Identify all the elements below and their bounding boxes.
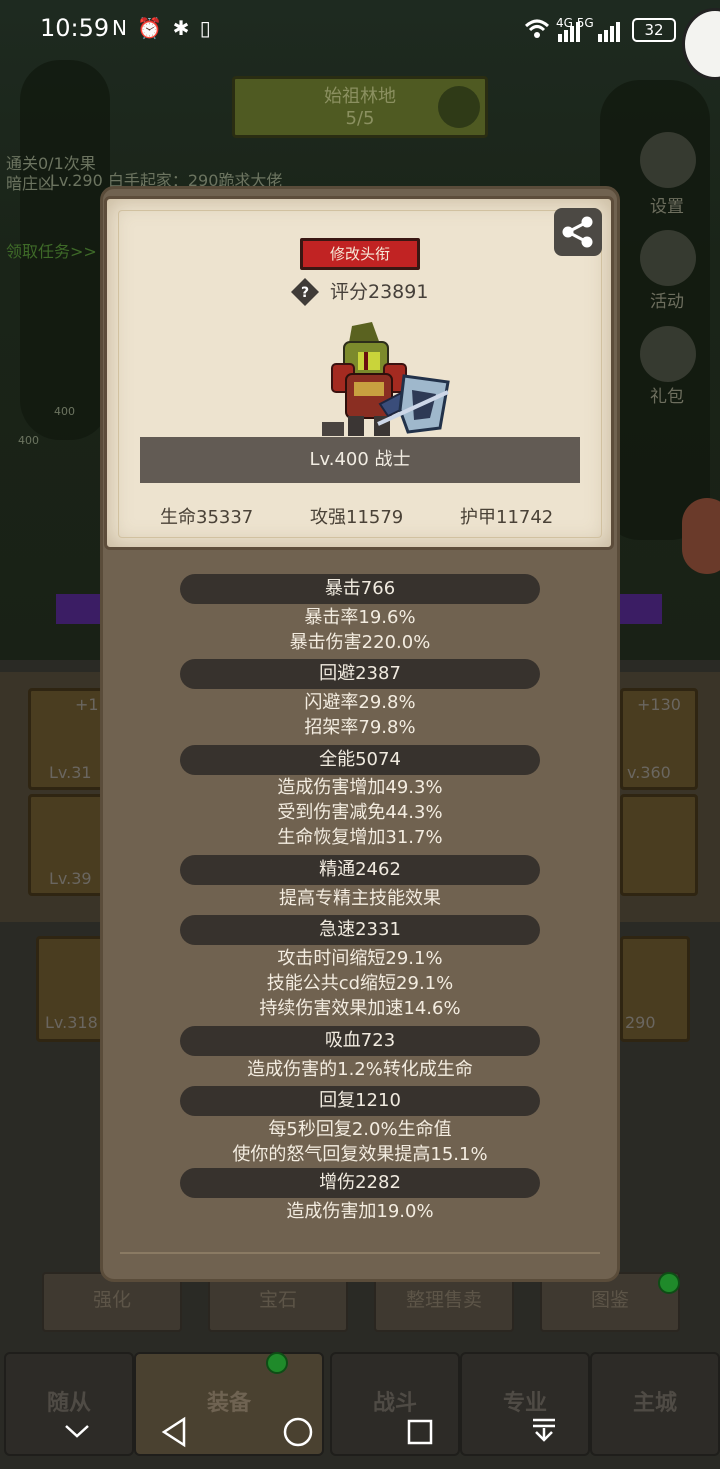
stat-detail-line: 造成伤害的1.2%转化成生命 xyxy=(247,1059,473,1080)
armor-stat: 护甲11742 xyxy=(460,507,554,528)
potion-icon[interactable] xyxy=(682,498,720,574)
home-icon[interactable] xyxy=(282,1416,314,1448)
stat-detail-line: 暴击伤害220.0% xyxy=(289,632,431,653)
score-text: 评分23891 xyxy=(330,281,429,303)
versatility-section-header: 全能5074 xyxy=(180,745,540,775)
signal-icon xyxy=(558,22,620,42)
stat-detail-line: 持续伤害效果加速14.6% xyxy=(259,998,461,1019)
stat-detail-line: 造成伤害加19.0% xyxy=(286,1201,434,1222)
back-icon[interactable] xyxy=(160,1416,190,1448)
hp-stat: 生命35337 xyxy=(160,507,254,528)
stat-detail-line: 受到伤害减免44.3% xyxy=(277,802,443,823)
stat-detail-line: 攻击时间缩短29.1% xyxy=(277,948,443,969)
attack-stat: 攻强11579 xyxy=(310,507,404,528)
regen-section-header: 回复1210 xyxy=(180,1086,540,1116)
equipment-slot[interactable]: Lv.39 xyxy=(28,794,106,896)
mastery-section-header: 精通2462 xyxy=(180,855,540,885)
help-icon[interactable]: ? xyxy=(291,278,319,306)
mini-level: 400 xyxy=(18,434,39,447)
crit-section-header: 暴击766 xyxy=(180,574,540,604)
mini-level: 400 xyxy=(54,405,75,418)
battery-icon: 32 xyxy=(632,18,676,42)
nav-tab-battle[interactable]: 战斗 xyxy=(330,1352,460,1456)
nav-tab-profession[interactable]: 专业 xyxy=(460,1352,590,1456)
stat-detail-line: 招架率79.8% xyxy=(304,717,416,738)
status-time: 10:59 xyxy=(40,14,110,42)
lifesteal-section-header: 吸血723 xyxy=(180,1026,540,1056)
stat-detail-line: 造成伤害增加49.3% xyxy=(277,777,443,798)
warrior-character-sprite xyxy=(322,322,450,436)
equipment-slot[interactable]: +1 Lv.31 xyxy=(28,688,106,790)
stat-detail-line: 使你的怒气回复效果提高15.1% xyxy=(232,1144,488,1165)
notification-pull-icon[interactable] xyxy=(530,1416,558,1446)
collapse-keyboard-icon[interactable] xyxy=(62,1420,92,1442)
share-button[interactable] xyxy=(554,208,602,256)
haste-section-header: 急速2331 xyxy=(180,915,540,945)
level-class-banner: Lv.400 战士 xyxy=(140,437,580,483)
recents-icon[interactable] xyxy=(406,1418,434,1446)
stat-detail-line: 提高专精主技能效果 xyxy=(279,888,441,909)
activity-label[interactable]: 活动 xyxy=(650,287,684,312)
damage-bonus-section-header: 增伤2282 xyxy=(180,1168,540,1198)
wifi-icon xyxy=(524,19,550,38)
stat-detail-line: 每5秒回复2.0%生命值 xyxy=(268,1119,452,1140)
modal-bottom-divider xyxy=(120,1252,600,1254)
settings-label[interactable]: 设置 xyxy=(650,192,684,217)
quest-subtext: 暗庄凶 xyxy=(6,174,55,193)
notification-dot xyxy=(658,1272,680,1294)
equipment-slot[interactable]: Lv.318 xyxy=(36,936,106,1042)
task-link[interactable]: 领取任务>> xyxy=(6,238,97,262)
stat-detail-line: 生命恢复增加31.7% xyxy=(277,827,443,848)
gift-label[interactable]: 礼包 xyxy=(650,382,684,407)
stat-detail-line: 暴击率19.6% xyxy=(304,607,416,628)
status-icons-left: N ⏰ ✱ ▯ xyxy=(112,16,213,40)
gift-icon[interactable] xyxy=(640,326,696,382)
equipment-slot[interactable] xyxy=(620,794,698,896)
equipment-slot[interactable]: 290 xyxy=(620,936,690,1042)
gear-icon[interactable] xyxy=(640,132,696,188)
purple-bar-left xyxy=(56,594,100,624)
nav-tab-main-city[interactable]: 主城 xyxy=(590,1352,720,1456)
equipment-slot[interactable]: +130 v.360 xyxy=(620,688,698,790)
help-icon-glyph: ? xyxy=(301,285,309,301)
share-icon xyxy=(562,216,593,248)
dodge-section-header: 回避2387 xyxy=(180,659,540,689)
activity-icon[interactable] xyxy=(640,230,696,286)
purple-bar-right xyxy=(620,594,662,624)
rename-title-button[interactable]: 修改头衔 xyxy=(300,238,420,270)
stat-detail-line: 闪避率29.8% xyxy=(304,692,416,713)
refresh-icon[interactable] xyxy=(438,86,480,128)
stat-detail-line: 技能公共cd缩短29.1% xyxy=(266,973,454,994)
notification-dot xyxy=(266,1352,288,1374)
